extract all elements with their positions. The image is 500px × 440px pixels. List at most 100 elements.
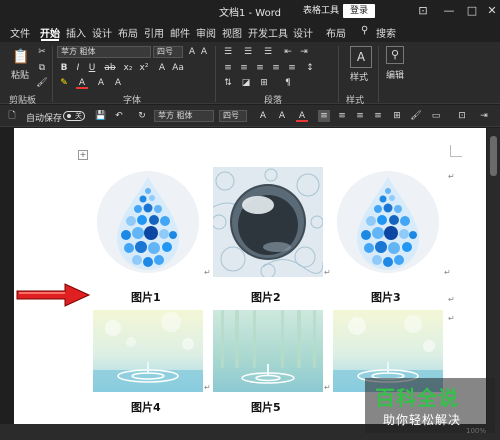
cell-mark: ↵	[324, 268, 331, 277]
multilevel-list-icon[interactable]: ☰	[262, 46, 274, 58]
tab-design[interactable]: 设计	[92, 25, 112, 40]
autosave-toggle[interactable]: 关	[63, 111, 85, 121]
ribbon-display-icon[interactable]: ⊡	[411, 2, 435, 20]
search-icon[interactable]: ⚲	[361, 25, 368, 36]
styles-button[interactable]: 样式	[350, 70, 368, 83]
text-effects-icon[interactable]: A	[156, 62, 168, 74]
italic-icon[interactable]: I	[72, 62, 84, 74]
distributed-icon[interactable]: ≡	[286, 62, 298, 74]
tab-table-layout[interactable]: 布局	[326, 25, 346, 40]
caption-number: 5	[273, 401, 281, 414]
format-painter-icon[interactable]: 🖌	[410, 110, 422, 122]
shading-icon[interactable]: ◪	[240, 77, 252, 89]
align-right-icon[interactable]: ≡	[254, 62, 266, 74]
water-drop-bubbles-icon	[93, 167, 203, 277]
cut-icon[interactable]: ✂	[36, 46, 48, 58]
tab-table-design[interactable]: 设计	[293, 25, 313, 40]
water-drop-image-3[interactable]	[333, 167, 443, 277]
grow-font-icon[interactable]: A	[257, 110, 269, 122]
glass-droplet-icon	[213, 167, 323, 277]
print-layout-icon[interactable]: ▭	[430, 110, 442, 122]
textbox-icon[interactable]: ⊡	[456, 110, 468, 122]
editing-button[interactable]: 编辑	[386, 68, 404, 81]
document-icon[interactable]: 🗋	[6, 110, 18, 122]
divider	[52, 46, 53, 102]
align-right-icon[interactable]: ≡	[354, 110, 366, 122]
tab-references[interactable]: 引用	[144, 25, 164, 40]
borders-icon[interactable]: ⊞	[258, 77, 270, 89]
font-color-icon[interactable]: A	[296, 110, 308, 122]
tab-home[interactable]: 开始	[40, 25, 60, 40]
watermark-title: 百科全说	[375, 386, 459, 410]
justify-icon[interactable]: ≡	[372, 110, 384, 122]
underline-icon[interactable]: U	[86, 62, 98, 74]
font-name-select[interactable]: 苹方 粗体	[57, 46, 151, 58]
align-left-icon[interactable]: ≡	[222, 62, 234, 74]
line-spacing-icon[interactable]: ↕	[304, 62, 316, 74]
cell-mark: ↵	[204, 383, 211, 392]
row-end-mark: ↵	[448, 314, 455, 323]
tab-insert[interactable]: 插入	[66, 25, 86, 40]
qat-size-select[interactable]: 四号	[219, 110, 247, 122]
justify-icon[interactable]: ≡	[270, 62, 282, 74]
superscript-icon[interactable]: x²	[138, 62, 150, 74]
scrollbar-thumb[interactable]	[490, 136, 497, 176]
strikethrough-icon[interactable]: ab	[104, 62, 116, 74]
grow-font-icon[interactable]: A	[186, 46, 198, 58]
align-center-icon[interactable]: ≡	[238, 62, 250, 74]
align-center-icon[interactable]: ≡	[336, 110, 348, 122]
increase-indent-icon[interactable]: ⇥	[298, 46, 310, 58]
red-arrow-icon	[16, 283, 91, 307]
highlight-icon[interactable]: ✎	[58, 77, 70, 89]
tab-view[interactable]: 视图	[222, 25, 242, 40]
char-border-icon[interactable]: A	[112, 77, 124, 89]
table-move-handle[interactable]: +	[78, 150, 88, 160]
login-button[interactable]: 登录	[343, 4, 376, 18]
format-painter-icon[interactable]: 🖌	[36, 77, 48, 89]
sort-icon[interactable]: ⇅	[222, 77, 234, 89]
tab-review[interactable]: 审阅	[196, 25, 216, 40]
search-label[interactable]: 搜索	[376, 25, 396, 40]
numbering-icon[interactable]: ☰	[242, 46, 254, 58]
font-size-select[interactable]: 四号	[153, 46, 183, 58]
copy-icon[interactable]: ⧉	[36, 62, 48, 74]
divider	[215, 46, 216, 102]
title-bar: 文档1 - Word 表格工具 登录 ⊡ — □ ✕	[0, 0, 500, 22]
undo-icon[interactable]: ↶	[113, 110, 125, 122]
caption-1: 图片1	[131, 289, 161, 305]
redo-icon[interactable]: ↻	[136, 110, 148, 122]
water-ripple-image-5[interactable]	[213, 310, 323, 392]
subscript-icon[interactable]: x₂	[122, 62, 134, 74]
row-end-mark: ↵	[448, 295, 455, 304]
water-ripple-image-4[interactable]	[93, 310, 203, 392]
glass-droplet-image[interactable]	[213, 167, 323, 277]
clear-format-icon[interactable]: A	[198, 46, 210, 58]
tab-layout[interactable]: 布局	[118, 25, 138, 40]
close-button[interactable]: ✕	[480, 2, 500, 20]
bold-icon[interactable]: B	[58, 62, 70, 74]
paste-button[interactable]: 粘贴	[11, 68, 29, 81]
save-icon[interactable]: 💾	[95, 110, 107, 122]
char-shading-icon[interactable]: A	[95, 77, 107, 89]
water-drop-image-1[interactable]	[93, 167, 203, 277]
shrink-font-icon[interactable]: A	[276, 110, 288, 122]
tab-developer[interactable]: 开发工具	[248, 25, 288, 40]
caption-label: 图片	[371, 291, 393, 304]
table-icon[interactable]: ⊞	[391, 110, 403, 122]
caption-number: 2	[273, 291, 281, 304]
decrease-indent-icon[interactable]: ⇤	[282, 46, 294, 58]
bullets-icon[interactable]: ☰	[222, 46, 234, 58]
tab-file[interactable]: 文件	[10, 25, 30, 40]
show-marks-icon[interactable]: ¶	[282, 77, 294, 89]
paste-icon[interactable]: 📋	[12, 48, 30, 66]
caption-label: 图片	[251, 401, 273, 414]
tab-mailings[interactable]: 邮件	[170, 25, 190, 40]
change-case-icon[interactable]: Aa	[172, 62, 184, 74]
more-icon[interactable]: ⇥	[478, 110, 490, 122]
minimize-button[interactable]: —	[437, 2, 461, 20]
styles-icon[interactable]: A	[350, 46, 372, 68]
align-left-icon[interactable]: ≡	[318, 110, 330, 122]
find-icon[interactable]: ⚲	[386, 46, 404, 64]
qat-font-select[interactable]: 苹方 粗体	[154, 110, 214, 122]
font-color-icon[interactable]: A	[76, 77, 88, 89]
